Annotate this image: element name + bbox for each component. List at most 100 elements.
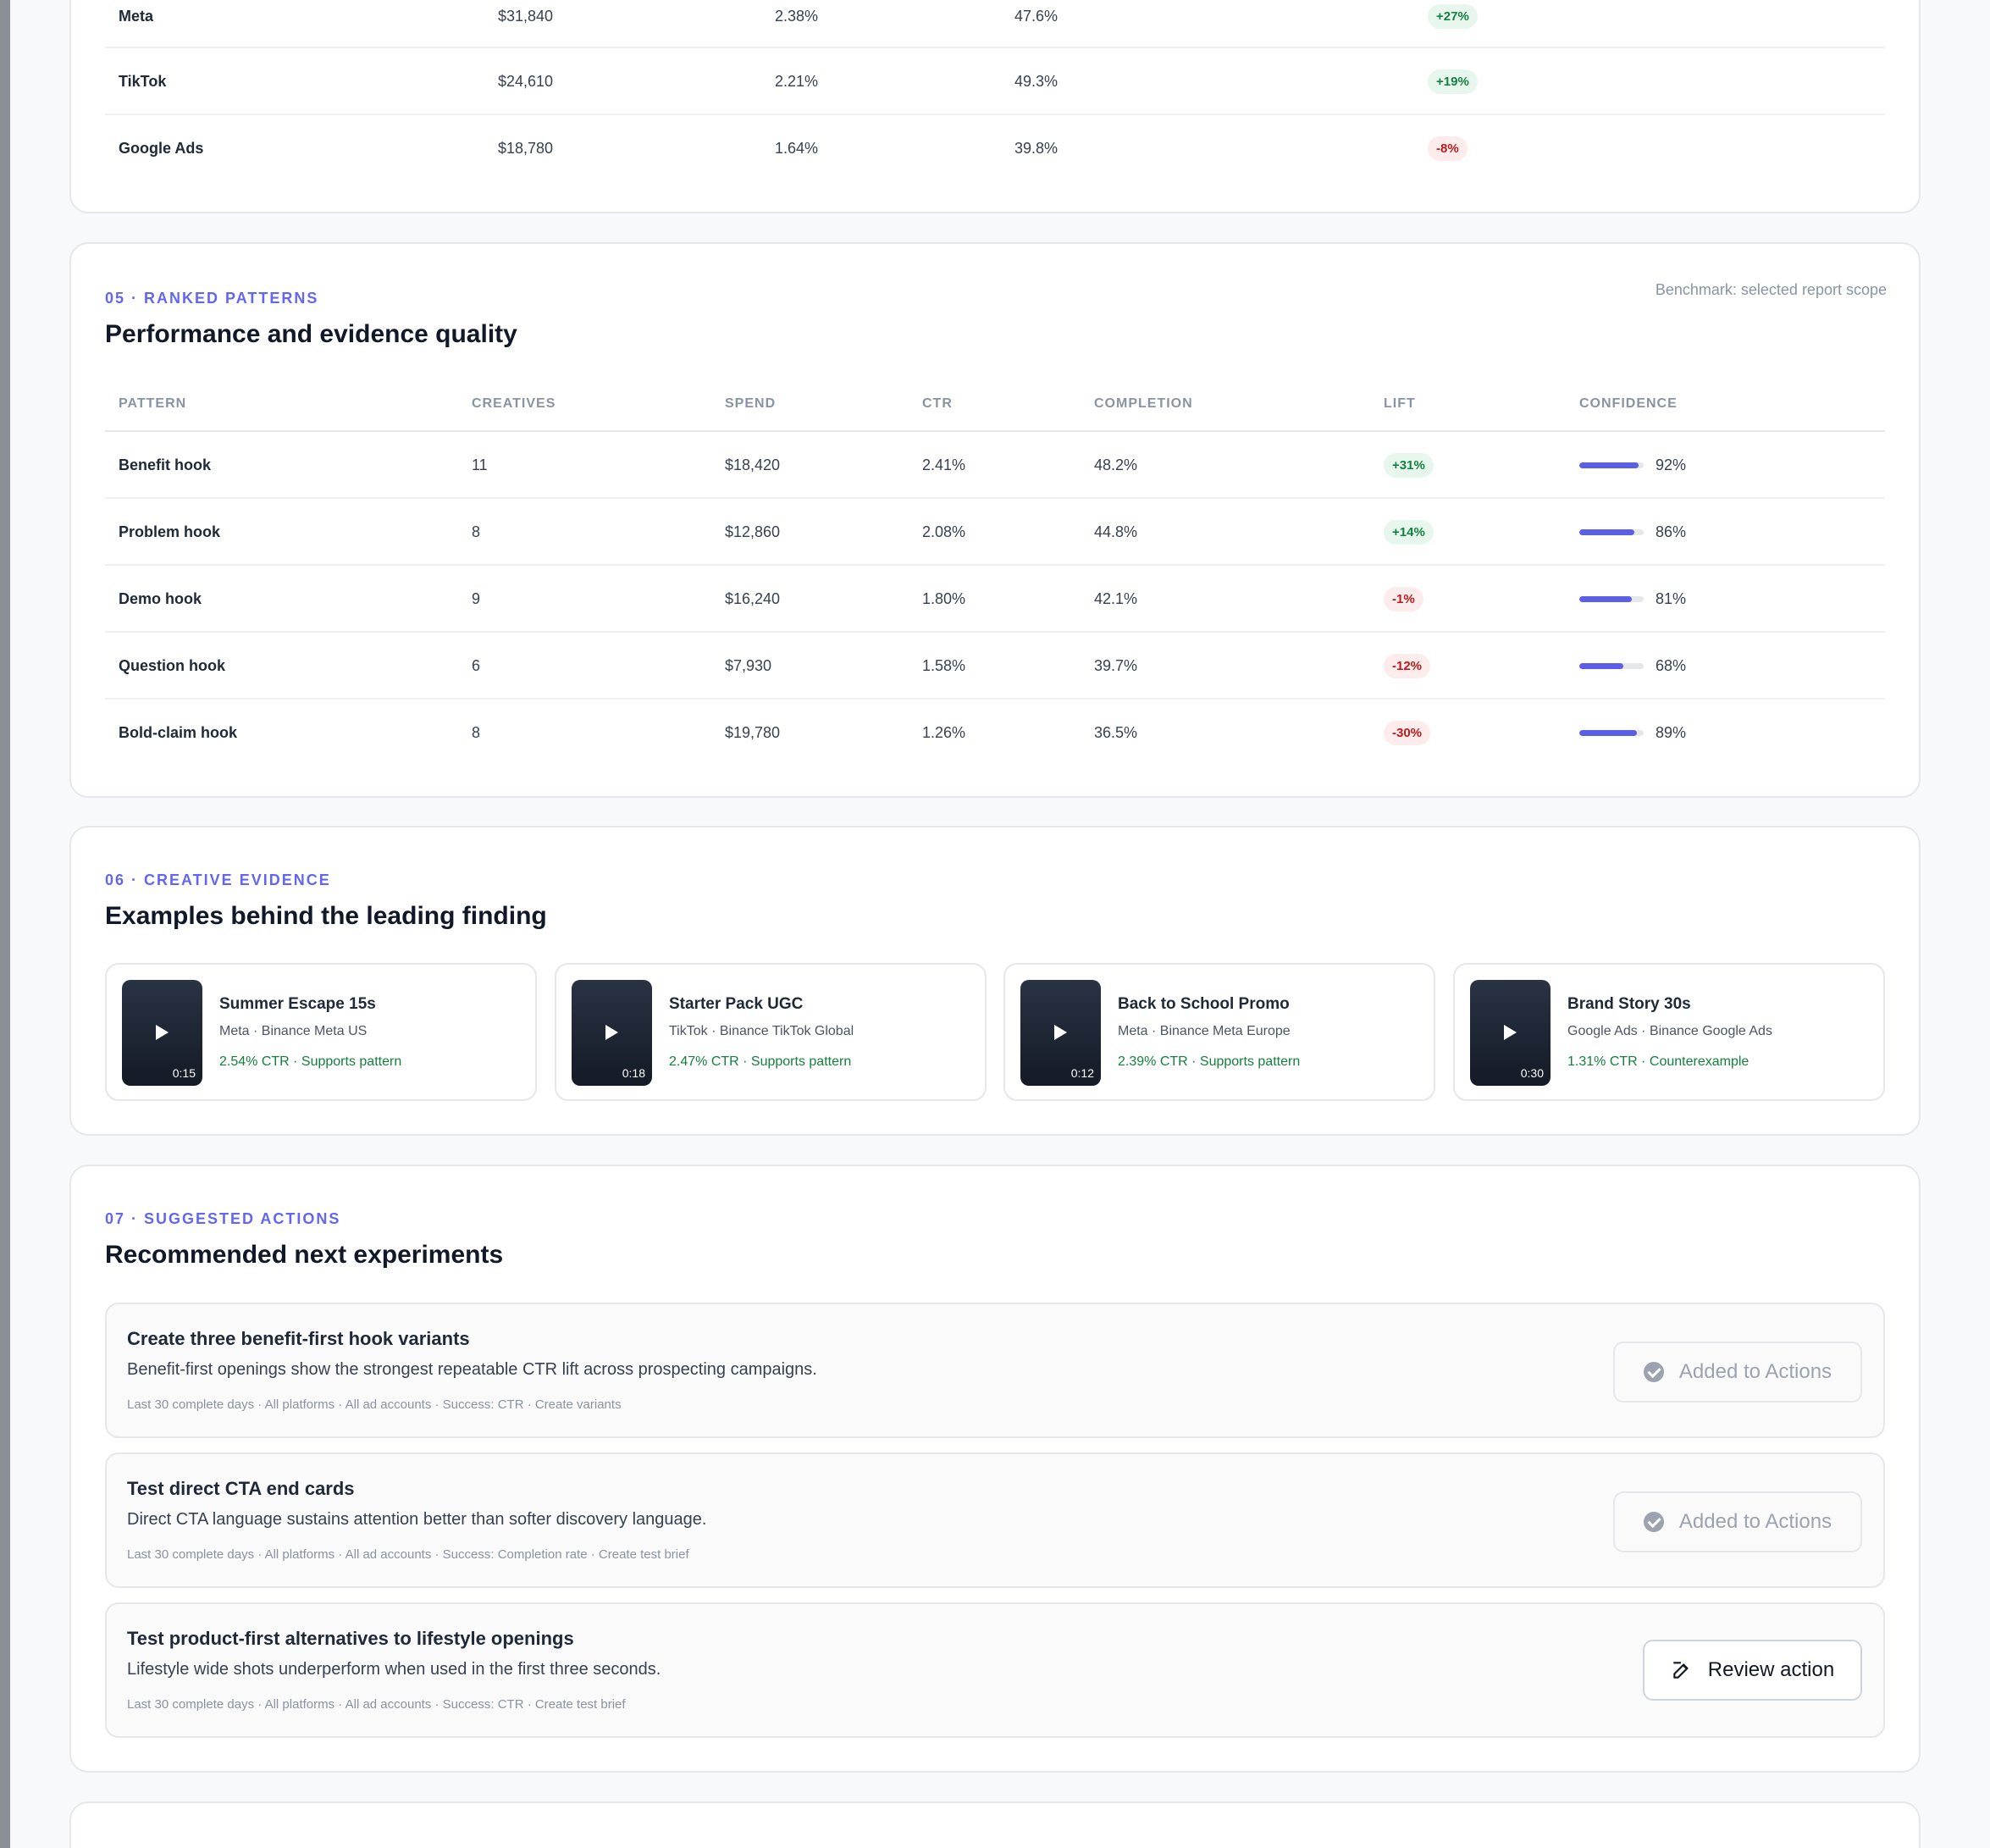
pattern-creatives: 11 <box>472 456 488 473</box>
table-row: Demo hook 9 $16,240 1.80% 42.1% -1% 81% <box>105 566 1885 633</box>
video-duration: 0:15 <box>172 1066 196 1080</box>
pattern-spend: $7,930 <box>725 657 772 674</box>
confidence-bar <box>1579 596 1644 602</box>
pattern-confidence: 92% <box>1579 432 1686 499</box>
pattern-ctr: 1.26% <box>922 724 966 741</box>
creative-note: 1.31% CTR · Counterexample <box>1567 1054 1750 1069</box>
pattern-spend: $19,780 <box>725 724 781 741</box>
report-main: Meta $31,840 2.38% 47.6% +27% TikTok $24… <box>10 0 1990 1848</box>
action-item: Test direct CTA end cards Direct CTA lan… <box>105 1452 1885 1588</box>
platform-completion: 39.8% <box>1014 140 1059 157</box>
col-spend: SPEND <box>725 396 777 411</box>
video-thumbnail[interactable]: 0:15 <box>122 980 202 1086</box>
pattern-spend: $18,420 <box>725 456 781 473</box>
pattern-lift: -1% <box>1384 566 1423 633</box>
play-icon <box>1504 1025 1517 1040</box>
edit-icon <box>1673 1662 1689 1679</box>
action-title: Create three benefit-first hook variants <box>127 1328 470 1349</box>
action-title: Test product-first alternatives to lifes… <box>127 1628 574 1649</box>
confidence-label: 81% <box>1656 590 1687 607</box>
pattern-completion: 48.2% <box>1094 456 1138 473</box>
pattern-creatives: 8 <box>472 523 481 540</box>
lift-badge: +31% <box>1384 453 1434 478</box>
pattern-spend: $12,860 <box>725 523 781 540</box>
creative-title: Brand Story 30s <box>1567 995 1691 1013</box>
pattern-name: Demo hook <box>119 590 202 607</box>
section-eyebrow: 06 · CREATIVE EVIDENCE <box>105 871 331 888</box>
video-duration: 0:18 <box>622 1066 645 1080</box>
creative-title: Back to School Promo <box>1118 995 1290 1013</box>
table-row: Problem hook 8 $12,860 2.08% 44.8% +14% 86% <box>105 499 1885 566</box>
confidence-bar <box>1579 730 1644 736</box>
ranked-patterns-card: 05 · RANKED PATTERNS Performance and evi… <box>69 242 1921 798</box>
video-thumbnail[interactable]: 0:12 <box>1020 980 1101 1086</box>
col-creatives: CREATIVES <box>472 396 556 411</box>
confidence-bar-fill <box>1579 462 1639 468</box>
platform-lift: +19% <box>1428 48 1478 115</box>
lift-badge: -12% <box>1384 654 1431 678</box>
creative-card[interactable]: 0:30 Brand Story 30s Google Ads · Binanc… <box>1453 963 1885 1101</box>
video-thumbnail[interactable]: 0:30 <box>1470 980 1551 1086</box>
platform-name: Meta <box>119 7 154 25</box>
pattern-completion: 36.5% <box>1094 724 1138 741</box>
action-item: Test product-first alternatives to lifes… <box>105 1602 1885 1738</box>
table-header: PATTERN CREATIVES SPEND CTR COMPLETION L… <box>105 396 1885 432</box>
creative-note: 2.54% CTR · Supports pattern <box>219 1054 402 1069</box>
review-action-button[interactable]: Review action <box>1643 1640 1862 1701</box>
pattern-ctr: 2.08% <box>922 523 966 540</box>
added-to-actions-button[interactable]: Added to Actions <box>1613 1491 1862 1552</box>
pattern-confidence: 86% <box>1579 499 1686 566</box>
platform-name: TikTok <box>119 73 167 90</box>
lift-badge: -8% <box>1428 136 1468 161</box>
platform-ctr: 2.21% <box>775 73 819 90</box>
pattern-lift: +14% <box>1384 499 1434 566</box>
confidence-label: 86% <box>1656 523 1687 540</box>
confidence-bar <box>1579 462 1644 468</box>
confidence-bar-fill <box>1579 663 1623 669</box>
creative-note: 2.47% CTR · Supports pattern <box>669 1054 852 1069</box>
pattern-creatives: 6 <box>472 657 481 674</box>
table-row: TikTok $24,610 2.21% 49.3% +19% <box>105 48 1885 115</box>
pattern-name: Question hook <box>119 657 225 674</box>
video-thumbnail[interactable]: 0:18 <box>572 980 652 1086</box>
sidebar-edge <box>0 0 10 1848</box>
section-title: Examples behind the leading finding <box>105 902 547 930</box>
platform-spend: $24,610 <box>498 73 554 90</box>
pattern-name: Benefit hook <box>119 456 212 473</box>
pattern-lift: -30% <box>1384 700 1431 766</box>
button-label: Added to Actions <box>1678 1360 1832 1383</box>
suggested-actions-card: 07 · SUGGESTED ACTIONS Recommended next … <box>69 1165 1921 1773</box>
confidence-bar <box>1579 529 1644 535</box>
creative-card[interactable]: 0:18 Starter Pack UGC TikTok · Binance T… <box>555 963 987 1101</box>
creative-card[interactable]: 0:15 Summer Escape 15s Meta · Binance Me… <box>105 963 537 1101</box>
col-ctr: CTR <box>922 396 953 411</box>
table-row: Benefit hook 11 $18,420 2.41% 48.2% +31% 92% <box>105 432 1885 499</box>
action-meta: Last 30 complete days · All platforms · … <box>127 1397 622 1412</box>
pattern-creatives: 9 <box>472 590 481 607</box>
section-title: Recommended next experiments <box>105 1241 504 1269</box>
next-section-card <box>69 1801 1921 1848</box>
lift-badge: +14% <box>1384 520 1434 545</box>
added-to-actions-button[interactable]: Added to Actions <box>1613 1342 1862 1403</box>
col-confidence: CONFIDENCE <box>1579 396 1678 411</box>
platform-spend: $18,780 <box>498 140 554 157</box>
pattern-spend: $16,240 <box>725 590 781 607</box>
pattern-name: Bold-claim hook <box>119 724 238 741</box>
platform-lift: -8% <box>1428 115 1468 182</box>
action-meta: Last 30 complete days · All platforms · … <box>127 1697 626 1712</box>
section-eyebrow: 07 · SUGGESTED ACTIONS <box>105 1210 341 1227</box>
platform-ctr: 2.38% <box>775 7 819 25</box>
play-icon <box>605 1025 618 1040</box>
pattern-name: Problem hook <box>119 523 221 540</box>
platform-lift: +27% <box>1428 0 1478 43</box>
table-row: Bold-claim hook 8 $19,780 1.26% 36.5% -30% 89% <box>105 700 1885 766</box>
creative-card[interactable]: 0:12 Back to School Promo Meta · Binance… <box>1003 963 1435 1101</box>
lift-badge: -1% <box>1384 587 1423 611</box>
pattern-ctr: 1.80% <box>922 590 966 607</box>
video-duration: 0:30 <box>1520 1066 1544 1080</box>
confidence-label: 89% <box>1656 724 1687 741</box>
confidence-bar <box>1579 663 1644 669</box>
section-eyebrow: 05 · RANKED PATTERNS <box>105 290 319 307</box>
benchmark-note: Benchmark: selected report scope <box>1655 281 1887 298</box>
platform-completion: 47.6% <box>1014 7 1059 25</box>
